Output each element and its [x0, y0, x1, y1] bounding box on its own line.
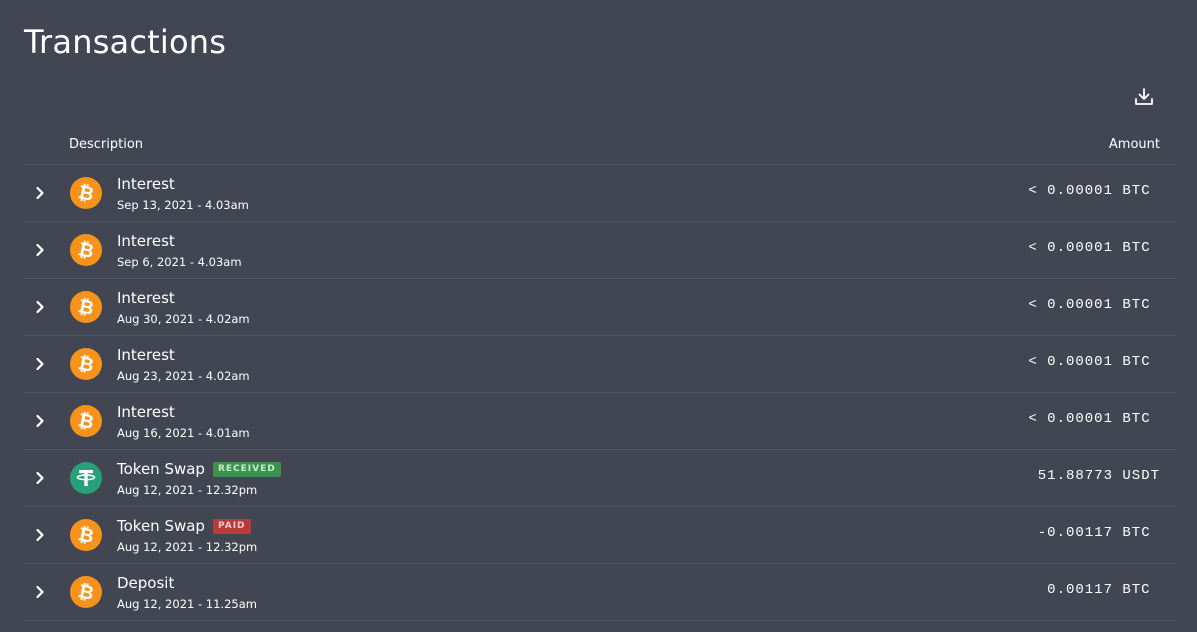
table-row[interactable]: Token Swap RECEIVED Aug 12, 2021 - 12.32… [24, 450, 1176, 507]
bitcoin-icon: ₿ [76, 523, 96, 548]
page-title: Transactions [24, 23, 227, 61]
transaction-description: Interest Aug 30, 2021 - 4.02am [117, 287, 250, 326]
chevron-right-icon [36, 243, 44, 257]
svg-text:₿: ₿ [76, 238, 96, 263]
bitcoin-icon: ₿ [76, 181, 96, 206]
chevron-right-icon [36, 585, 44, 599]
download-button[interactable] [1130, 84, 1158, 110]
transaction-title: Token Swap [117, 460, 205, 478]
transaction-title: Deposit [117, 574, 175, 592]
bitcoin-icon: ₿ [76, 409, 96, 434]
coin-avatar: ₿ [70, 291, 102, 323]
chevron-right-icon [36, 528, 44, 542]
coin-avatar: ₿ [70, 348, 102, 380]
table-body: ₿ Interest Sep 13, 2021 - 4.03am < 0.000… [24, 165, 1176, 621]
expand-row-button[interactable] [32, 298, 48, 316]
transaction-description: Token Swap RECEIVED Aug 12, 2021 - 12.32… [117, 458, 281, 497]
svg-text:₿: ₿ [76, 295, 96, 320]
table-row[interactable]: ₿ Interest Aug 30, 2021 - 4.02am < 0.000… [24, 279, 1176, 336]
transaction-date: Aug 23, 2021 - 4.02am [117, 369, 250, 383]
table-row[interactable]: ₿ Interest Sep 13, 2021 - 4.03am < 0.000… [24, 165, 1176, 222]
bitcoin-icon: ₿ [76, 295, 96, 320]
coin-avatar: ₿ [70, 576, 102, 608]
transaction-date: Aug 12, 2021 - 12.32pm [117, 540, 258, 554]
expand-row-button[interactable] [32, 355, 48, 373]
column-header-description[interactable]: Description [69, 137, 143, 152]
expand-row-button[interactable] [32, 469, 48, 487]
bitcoin-icon: ₿ [76, 238, 96, 263]
transaction-amount: < 0.00001 BTC [1028, 240, 1160, 256]
transaction-amount: -0.00117 BTC [1037, 525, 1160, 541]
expand-row-button[interactable] [32, 184, 48, 202]
transaction-amount: < 0.00001 BTC [1028, 354, 1160, 370]
transaction-date: Sep 13, 2021 - 4.03am [117, 198, 249, 212]
column-header-amount[interactable]: Amount [1109, 137, 1160, 152]
transaction-title: Interest [117, 346, 175, 364]
svg-text:₿: ₿ [76, 181, 96, 206]
transaction-description: Interest Aug 16, 2021 - 4.01am [117, 401, 250, 440]
bitcoin-icon: ₿ [76, 352, 96, 377]
expand-row-button[interactable] [32, 241, 48, 259]
transaction-title: Token Swap [117, 517, 205, 535]
table-row[interactable]: ₿ Interest Sep 6, 2021 - 4.03am < 0.0000… [24, 222, 1176, 279]
transaction-description: Token Swap PAID Aug 12, 2021 - 12.32pm [117, 515, 257, 554]
svg-text:₿: ₿ [76, 523, 96, 548]
transaction-amount: < 0.00001 BTC [1028, 183, 1160, 199]
transaction-title: Interest [117, 403, 175, 421]
coin-avatar: ₿ [70, 405, 102, 437]
transaction-date: Aug 16, 2021 - 4.01am [117, 426, 250, 440]
transaction-amount: < 0.00001 BTC [1028, 411, 1160, 427]
svg-text:₿: ₿ [76, 352, 96, 377]
transaction-amount: 0.00117 BTC [1047, 582, 1160, 598]
chevron-right-icon [36, 300, 44, 314]
svg-text:₿: ₿ [76, 409, 96, 434]
transaction-date: Sep 6, 2021 - 4.03am [117, 255, 242, 269]
transaction-title: Interest [117, 232, 175, 250]
transaction-description: Interest Sep 13, 2021 - 4.03am [117, 173, 249, 212]
chevron-right-icon [36, 414, 44, 428]
status-badge: RECEIVED [212, 461, 281, 477]
download-icon [1135, 88, 1153, 105]
chevron-right-icon [36, 471, 44, 485]
table-header: Description Amount [24, 126, 1176, 165]
transaction-date: Aug 12, 2021 - 11.25am [117, 597, 257, 611]
coin-avatar: ₿ [70, 519, 102, 551]
expand-row-button[interactable] [32, 412, 48, 430]
table-row[interactable]: ₿ Token Swap PAID Aug 12, 2021 - 12.32pm… [24, 507, 1176, 564]
transaction-date: Aug 12, 2021 - 12.32pm [117, 483, 258, 497]
bitcoin-icon: ₿ [76, 580, 96, 605]
tether-icon [76, 470, 96, 486]
transaction-title: Interest [117, 175, 175, 193]
transaction-date: Aug 30, 2021 - 4.02am [117, 312, 250, 326]
table-row[interactable]: ₿ Interest Aug 23, 2021 - 4.02am < 0.000… [24, 336, 1176, 393]
transaction-title: Interest [117, 289, 175, 307]
transaction-amount: < 0.00001 BTC [1028, 297, 1160, 313]
transaction-description: Deposit Aug 12, 2021 - 11.25am [117, 572, 257, 611]
table-row[interactable]: ₿ Interest Aug 16, 2021 - 4.01am < 0.000… [24, 393, 1176, 450]
status-badge: PAID [212, 518, 251, 534]
coin-avatar [70, 462, 102, 494]
coin-avatar: ₿ [70, 177, 102, 209]
transaction-description: Interest Aug 23, 2021 - 4.02am [117, 344, 250, 383]
coin-avatar: ₿ [70, 234, 102, 266]
table-row[interactable]: ₿ Deposit Aug 12, 2021 - 11.25am 0.00117… [24, 564, 1176, 621]
expand-row-button[interactable] [32, 526, 48, 544]
transaction-description: Interest Sep 6, 2021 - 4.03am [117, 230, 242, 269]
transaction-amount: 51.88773 USDT [1037, 468, 1160, 484]
svg-text:₿: ₿ [76, 580, 96, 605]
transactions-table: Description Amount ₿ Interest Sep 13, 20… [24, 126, 1176, 621]
chevron-right-icon [36, 186, 44, 200]
chevron-right-icon [36, 357, 44, 371]
expand-row-button[interactable] [32, 583, 48, 601]
